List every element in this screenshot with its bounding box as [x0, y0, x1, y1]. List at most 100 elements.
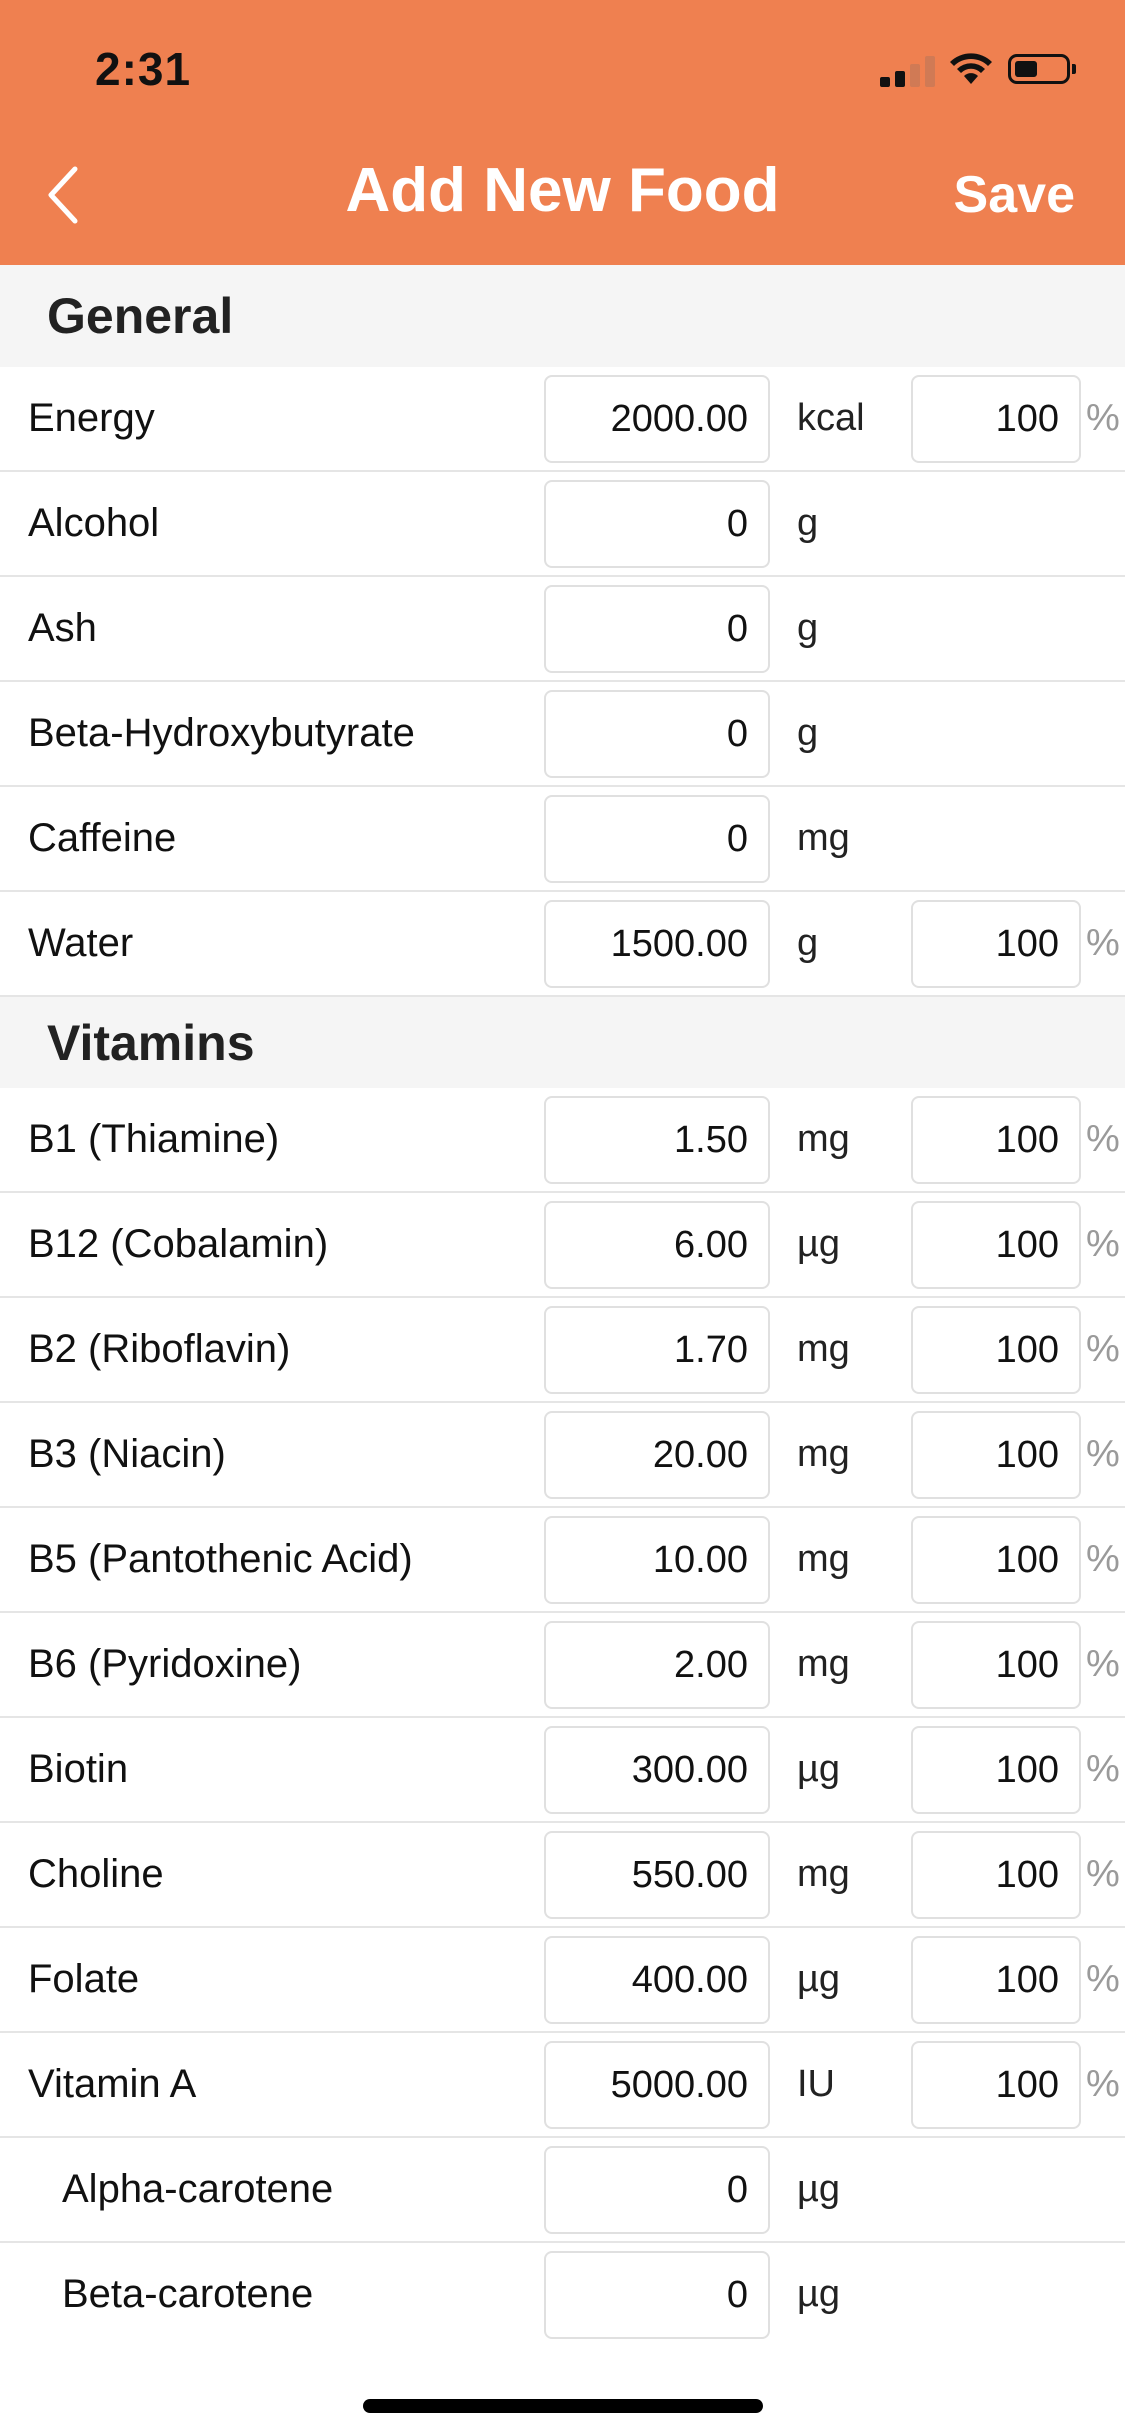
unit-label: kcal	[797, 397, 865, 439]
nutrient-label: B3 (Niacin)	[28, 1432, 226, 1476]
percent-input[interactable]	[911, 1306, 1081, 1394]
amount-input[interactable]	[544, 1201, 770, 1289]
unit-label: g	[797, 502, 819, 544]
amount-input[interactable]	[544, 480, 770, 568]
nutrient-label: Biotin	[28, 1747, 129, 1791]
amount-input[interactable]	[544, 1306, 770, 1394]
save-button[interactable]: Save	[954, 165, 1075, 225]
nutrient-label: Beta-carotene	[62, 2272, 314, 2316]
nutrient-row-b5: B5 (Pantothenic Acid) mg %	[0, 1508, 1125, 1613]
nutrient-label: Energy	[28, 396, 155, 440]
percent-symbol: %	[1086, 1748, 1120, 1790]
amount-input[interactable]	[544, 900, 770, 988]
nutrient-label: Folate	[28, 1957, 140, 2001]
nutrient-label: Ash	[28, 606, 97, 650]
percent-input[interactable]	[911, 1516, 1081, 1604]
unit-label: µg	[797, 1958, 841, 2000]
unit-label: µg	[797, 1223, 841, 1265]
nutrient-label: Alpha-carotene	[62, 2167, 334, 2211]
nutrient-row-biotin: Biotin µg %	[0, 1718, 1125, 1823]
nutrient-row-b6: B6 (Pyridoxine) mg %	[0, 1613, 1125, 1718]
nutrient-label: B1 (Thiamine)	[28, 1117, 280, 1161]
nutrient-row-caffeine: Caffeine mg	[0, 787, 1125, 892]
unit-label: µg	[797, 2273, 841, 2315]
nutrient-row-b2: B2 (Riboflavin) mg %	[0, 1298, 1125, 1403]
percent-symbol: %	[1086, 1328, 1120, 1370]
nutrient-row-folate: Folate µg %	[0, 1928, 1125, 2033]
nav-bar: 2:31 Add New Food Save	[0, 0, 1125, 265]
nutrient-label: Caffeine	[28, 816, 177, 860]
percent-input[interactable]	[911, 1726, 1081, 1814]
nutrient-label: B2 (Riboflavin)	[28, 1327, 291, 1371]
food-form: General Energy kcal % Alcohol g Ash g Be…	[0, 265, 1125, 2348]
battery-icon	[1008, 54, 1076, 84]
percent-symbol: %	[1086, 1433, 1120, 1475]
amount-input[interactable]	[544, 1096, 770, 1184]
amount-input[interactable]	[544, 2041, 770, 2129]
percent-input[interactable]	[911, 1096, 1081, 1184]
amount-input[interactable]	[544, 375, 770, 463]
status-time: 2:31	[95, 43, 192, 95]
percent-input[interactable]	[911, 1831, 1081, 1919]
nutrient-row-b1: B1 (Thiamine) mg %	[0, 1088, 1125, 1193]
unit-label: g	[797, 712, 819, 754]
nutrient-label: Alcohol	[28, 501, 160, 545]
amount-input[interactable]	[544, 1621, 770, 1709]
unit-label: µg	[797, 2168, 841, 2210]
unit-label: mg	[797, 1538, 850, 1580]
unit-label: g	[797, 607, 819, 649]
unit-label: mg	[797, 817, 850, 859]
nutrient-row-b3: B3 (Niacin) mg %	[0, 1403, 1125, 1508]
amount-input[interactable]	[544, 795, 770, 883]
percent-input[interactable]	[911, 375, 1081, 463]
home-indicator[interactable]	[363, 2399, 763, 2413]
section-header-vitamins: Vitamins	[0, 997, 1125, 1088]
amount-input[interactable]	[544, 2146, 770, 2234]
nutrient-row-alcohol: Alcohol g	[0, 472, 1125, 577]
amount-input[interactable]	[544, 2251, 770, 2339]
percent-symbol: %	[1086, 1538, 1120, 1580]
nutrient-row-alpha-carotene: Alpha-carotene µg	[0, 2138, 1125, 2243]
unit-label: mg	[797, 1433, 850, 1475]
percent-symbol: %	[1086, 2063, 1120, 2105]
amount-input[interactable]	[544, 585, 770, 673]
nutrient-label: B5 (Pantothenic Acid)	[28, 1537, 413, 1581]
amount-input[interactable]	[544, 1726, 770, 1814]
percent-input[interactable]	[911, 1411, 1081, 1499]
nutrient-row-choline: Choline mg %	[0, 1823, 1125, 1928]
unit-label: mg	[797, 1118, 850, 1160]
percent-input[interactable]	[911, 1936, 1081, 2024]
percent-symbol: %	[1086, 1223, 1120, 1265]
nutrient-label: Beta-Hydroxybutyrate	[28, 711, 415, 755]
amount-input[interactable]	[544, 1516, 770, 1604]
amount-input[interactable]	[544, 1831, 770, 1919]
nutrient-label: Vitamin A	[28, 2062, 197, 2106]
percent-symbol: %	[1086, 1118, 1120, 1160]
cellular-signal-icon	[880, 55, 938, 87]
unit-label: mg	[797, 1853, 850, 1895]
amount-input[interactable]	[544, 1411, 770, 1499]
nutrient-row-water: Water g %	[0, 892, 1125, 997]
percent-input[interactable]	[911, 2041, 1081, 2129]
unit-label: mg	[797, 1328, 850, 1370]
nutrient-label: B6 (Pyridoxine)	[28, 1642, 302, 1686]
wifi-icon	[950, 53, 992, 84]
nutrient-row-beta-carotene: Beta-carotene µg	[0, 2243, 1125, 2348]
percent-symbol: %	[1086, 1958, 1120, 2000]
amount-input[interactable]	[544, 1936, 770, 2024]
unit-label: µg	[797, 1748, 841, 1790]
percent-symbol: %	[1086, 397, 1120, 439]
bottom-safe-area	[0, 2340, 1125, 2436]
nutrient-label: Water	[28, 921, 134, 965]
percent-input[interactable]	[911, 900, 1081, 988]
percent-input[interactable]	[911, 1201, 1081, 1289]
unit-label: mg	[797, 1643, 850, 1685]
percent-symbol: %	[1086, 922, 1120, 964]
nutrient-label: Choline	[28, 1852, 164, 1896]
percent-symbol: %	[1086, 1853, 1120, 1895]
nutrient-row-beta-hydroxybutyrate: Beta-Hydroxybutyrate g	[0, 682, 1125, 787]
percent-input[interactable]	[911, 1621, 1081, 1709]
nutrient-row-b12: B12 (Cobalamin) µg %	[0, 1193, 1125, 1298]
section-header-general: General	[0, 265, 1125, 367]
amount-input[interactable]	[544, 690, 770, 778]
